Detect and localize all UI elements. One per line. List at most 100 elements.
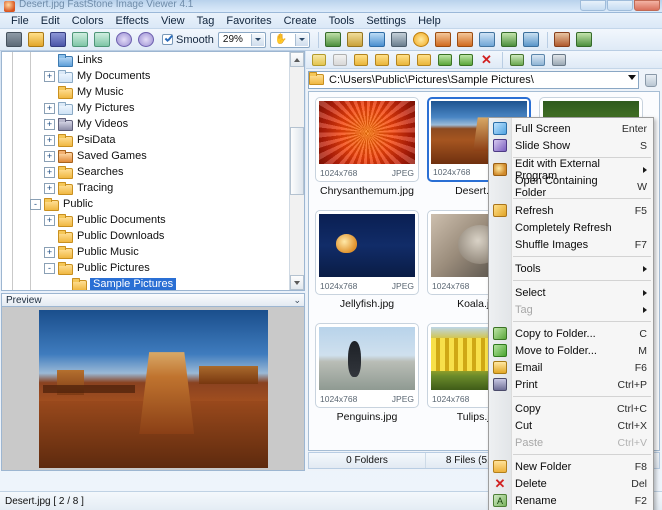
scroll-up-button[interactable] xyxy=(290,52,304,67)
full-screen-icon[interactable] xyxy=(574,30,594,49)
context-menu-item-cut[interactable]: CutCtrl+X xyxy=(489,417,653,434)
tree-item-public-music[interactable]: +Public Music xyxy=(2,244,288,260)
collapse-icon[interactable]: - xyxy=(30,199,41,210)
up-folder-icon[interactable] xyxy=(351,52,370,68)
thumbnail-frame[interactable]: 1024x768JPEG xyxy=(315,97,419,182)
menu-edit[interactable]: Edit xyxy=(35,14,66,28)
contact-sheet-icon[interactable] xyxy=(499,30,519,49)
thumbnail-settings-icon[interactable] xyxy=(552,30,572,49)
tree-item-public-documents[interactable]: +Public Documents xyxy=(2,212,288,228)
context-menu-item-completely-refresh[interactable]: Completely Refresh xyxy=(489,219,653,236)
context-menu-item-copy[interactable]: CopyCtrl+C xyxy=(489,400,653,417)
context-menu-item-new-folder[interactable]: New FolderF8 xyxy=(489,458,653,475)
tree-item-sample-pictures[interactable]: Sample Pictures xyxy=(2,276,288,291)
tree-item-public-downloads[interactable]: Public Downloads xyxy=(2,228,288,244)
menu-file[interactable]: File xyxy=(5,14,35,28)
open-folder-icon[interactable] xyxy=(26,30,46,49)
expand-icon[interactable]: + xyxy=(44,71,55,82)
chevron-down-icon[interactable] xyxy=(628,75,636,80)
zoom-level-combo[interactable]: 29% xyxy=(218,32,266,48)
context-menu-item-rename[interactable]: ARenameF2 xyxy=(489,492,653,509)
list-view-icon[interactable] xyxy=(528,52,547,68)
address-input[interactable]: C:\Users\Public\Pictures\Sample Pictures… xyxy=(308,71,639,89)
menu-tag[interactable]: Tag xyxy=(191,14,221,28)
move-icon[interactable] xyxy=(456,52,475,68)
context-menu-item-slide-show[interactable]: Slide ShowS xyxy=(489,137,653,154)
rotate-left-icon[interactable] xyxy=(433,30,453,49)
rotate-right-icon[interactable] xyxy=(455,30,475,49)
red-eye-icon[interactable] xyxy=(367,30,387,49)
previous-icon[interactable] xyxy=(70,30,90,49)
context-menu-item-delete[interactable]: ✕DeleteDel xyxy=(489,475,653,492)
thumbnail-frame[interactable]: 1024x768JPEG xyxy=(315,210,419,295)
thumbnail-item[interactable]: 1024x768JPEGChrysanthemum.jpg xyxy=(315,97,419,204)
context-menu-item-select[interactable]: Select xyxy=(489,284,653,301)
folder-tree[interactable]: Links+My DocumentsMy Music+My Pictures+M… xyxy=(1,51,305,291)
context-menu-item-email[interactable]: EmailF6 xyxy=(489,359,653,376)
context-menu-item-print[interactable]: PrintCtrl+P xyxy=(489,376,653,393)
next-icon[interactable] xyxy=(92,30,112,49)
save-icon[interactable] xyxy=(48,30,68,49)
maximize-button[interactable] xyxy=(607,0,633,11)
wallpaper-icon[interactable] xyxy=(521,30,541,49)
tree-item-public[interactable]: -Public xyxy=(2,196,288,212)
resize-icon[interactable] xyxy=(323,30,343,49)
context-menu-item-refresh[interactable]: RefreshF5 xyxy=(489,202,653,219)
pan-tool-combo[interactable]: ✋ xyxy=(270,32,310,48)
recycle-bin-icon[interactable] xyxy=(642,71,660,89)
expand-icon[interactable]: + xyxy=(44,103,55,114)
minimize-button[interactable] xyxy=(580,0,606,11)
delete-icon[interactable]: ✕ xyxy=(477,52,496,68)
collapse-icon[interactable]: - xyxy=(44,263,55,274)
close-button[interactable] xyxy=(634,0,660,11)
menu-tools[interactable]: Tools xyxy=(323,14,361,28)
menu-view[interactable]: View xyxy=(155,14,191,28)
refresh-icon[interactable] xyxy=(435,52,454,68)
compare-icon[interactable] xyxy=(477,30,497,49)
thumbnail-frame[interactable]: 1024x768JPEG xyxy=(315,323,419,408)
context-menu-item-open-containing-folder[interactable]: Open Containing FolderW xyxy=(489,178,653,195)
back-icon[interactable] xyxy=(309,52,328,68)
favorites-folder-icon[interactable] xyxy=(372,52,391,68)
expand-icon[interactable]: + xyxy=(44,151,55,162)
thumbnail-item[interactable]: 1024x768JPEGPenguins.jpg xyxy=(315,323,419,430)
adjust-lighting-icon[interactable] xyxy=(411,30,431,49)
context-menu-item-tools[interactable]: Tools xyxy=(489,260,653,277)
expand-icon[interactable]: + xyxy=(44,247,55,258)
menu-effects[interactable]: Effects xyxy=(110,14,155,28)
context-menu-item-shuffle-images[interactable]: Shuffle ImagesF7 xyxy=(489,236,653,253)
tree-item-links[interactable]: Links xyxy=(2,52,288,68)
crop-icon[interactable] xyxy=(345,30,365,49)
tree-item-tracing[interactable]: +Tracing xyxy=(2,180,288,196)
tree-item-psidata[interactable]: +PsiData xyxy=(2,132,288,148)
tree-vertical-scrollbar[interactable] xyxy=(289,52,304,290)
preview-panel[interactable] xyxy=(1,307,305,471)
zoom-out-icon[interactable] xyxy=(136,30,156,49)
tree-item-my-documents[interactable]: +My Documents xyxy=(2,68,288,84)
menu-create[interactable]: Create xyxy=(278,14,323,28)
detail-view-icon[interactable] xyxy=(549,52,568,68)
chevron-down-icon[interactable] xyxy=(295,34,308,46)
clone-icon[interactable] xyxy=(389,30,409,49)
menu-favorites[interactable]: Favorites xyxy=(220,14,277,28)
smooth-checkbox[interactable] xyxy=(162,34,173,45)
menu-colors[interactable]: Colors xyxy=(66,14,110,28)
context-menu-item-copy-to-folder[interactable]: Copy to Folder...C xyxy=(489,325,653,342)
tree-item-searches[interactable]: +Searches xyxy=(2,164,288,180)
expand-icon[interactable]: + xyxy=(44,119,55,130)
forward-icon[interactable] xyxy=(330,52,349,68)
menu-settings[interactable]: Settings xyxy=(360,14,412,28)
zoom-in-icon[interactable] xyxy=(114,30,134,49)
tree-item-my-pictures[interactable]: +My Pictures xyxy=(2,100,288,116)
expand-icon[interactable]: + xyxy=(44,183,55,194)
context-menu-item-move-to-folder[interactable]: Move to Folder...M xyxy=(489,342,653,359)
smooth-checkbox-group[interactable]: Smooth xyxy=(162,34,214,46)
context-menu[interactable]: Full ScreenEnterSlide ShowSEdit with Ext… xyxy=(488,117,654,510)
thumbnail-item[interactable]: 1024x768JPEGJellyfish.jpg xyxy=(315,210,419,317)
scroll-down-button[interactable] xyxy=(290,275,304,290)
recent-folder-icon[interactable] xyxy=(414,52,433,68)
menu-help[interactable]: Help xyxy=(412,14,447,28)
screen-capture-icon[interactable] xyxy=(4,30,24,49)
expand-icon[interactable]: + xyxy=(44,167,55,178)
context-menu-item-full-screen[interactable]: Full ScreenEnter xyxy=(489,120,653,137)
